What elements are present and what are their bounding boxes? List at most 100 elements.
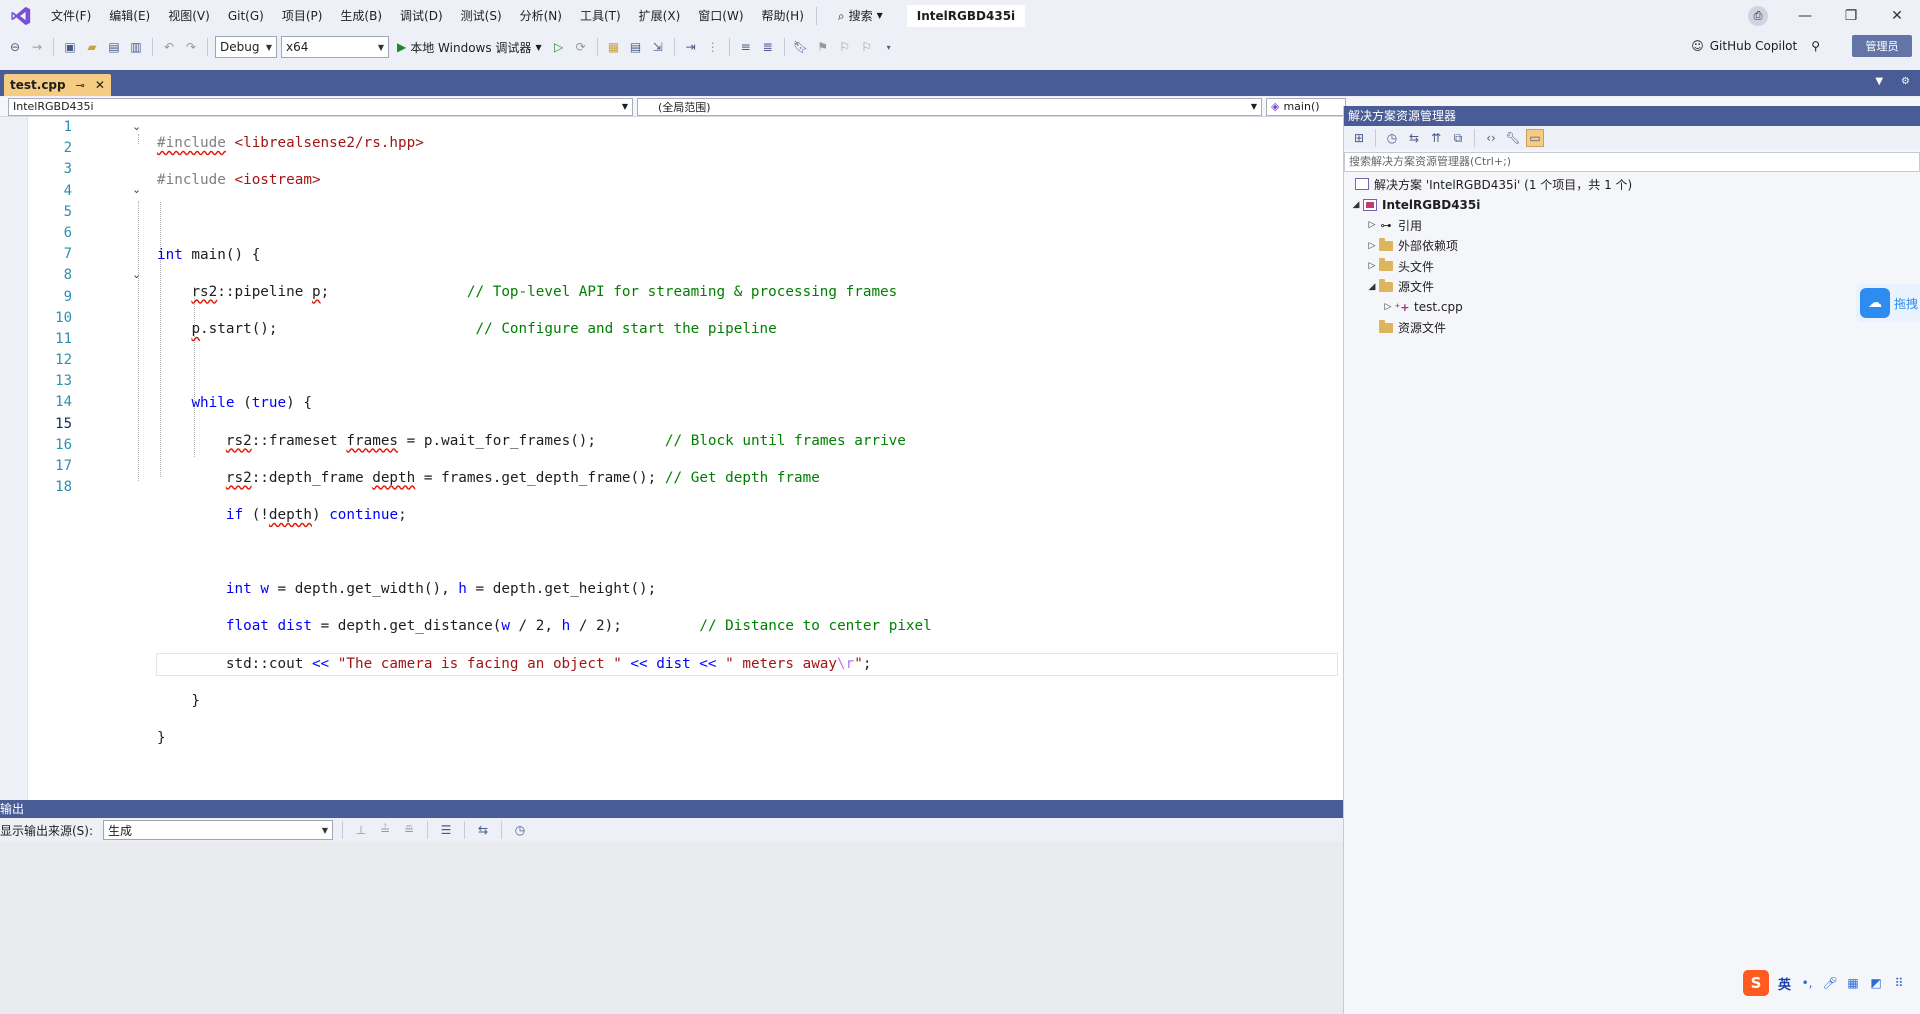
configuration-select[interactable]: Debug ▼ xyxy=(215,36,277,58)
fold-collapse-icon[interactable]: ⌄ xyxy=(132,120,141,133)
code-line: rs2::frameset frames = p.wait_for_frames… xyxy=(225,432,906,449)
collapsed-triangle-icon[interactable]: ▷ xyxy=(1366,220,1378,230)
expanded-triangle-icon[interactable]: ◢ xyxy=(1366,282,1378,292)
preview-selected-icon[interactable]: ▭ xyxy=(1526,129,1544,147)
output-source-select[interactable]: 生成 ▼ xyxy=(103,820,334,840)
skin-icon[interactable]: ◩ xyxy=(1869,976,1883,990)
step-icon[interactable]: ⇥ xyxy=(682,38,700,56)
sync-icon[interactable]: ⇆ xyxy=(1405,129,1423,147)
prev-bookmark-icon[interactable]: ⚑ xyxy=(814,38,832,56)
menu-test[interactable]: 测试(S) xyxy=(452,0,511,32)
member-nav-select[interactable]: ◈ main() xyxy=(1266,97,1346,116)
tab-dropdown-icon[interactable]: ▼ xyxy=(1875,76,1883,87)
expanded-triangle-icon[interactable]: ◢ xyxy=(1350,200,1362,210)
forward-icon[interactable]: → xyxy=(28,38,46,56)
open-folder-icon[interactable]: ▰ xyxy=(83,38,101,56)
collapsed-triangle-icon[interactable]: ▷ xyxy=(1366,261,1378,271)
menu-edit[interactable]: 编辑(E) xyxy=(100,0,159,32)
word-wrap-icon[interactable]: ⇆ xyxy=(474,821,492,839)
solution-search-input[interactable]: 搜索解决方案资源管理器(Ctrl+;) xyxy=(1344,152,1920,172)
back-icon[interactable]: ⊖ xyxy=(6,38,24,56)
floating-drag-widget[interactable]: ☁ 拖拽 xyxy=(1856,284,1920,322)
live-share-icon[interactable]: ⎙ xyxy=(1748,6,1768,26)
redo-icon[interactable]: ↷ xyxy=(182,38,200,56)
new-project-icon[interactable]: ▣ xyxy=(61,38,79,56)
tree-solution[interactable]: 解决方案 'IntelRGBD435i' (1 个项目，共 1 个) xyxy=(1344,174,1920,195)
comment-icon[interactable]: ≡ xyxy=(737,38,755,56)
view-code-icon[interactable]: ‹› xyxy=(1482,129,1500,147)
menu-window[interactable]: 窗口(W) xyxy=(689,0,752,32)
format-icon[interactable]: ⇲ xyxy=(649,38,667,56)
platform-select[interactable]: x64 ▼ xyxy=(281,36,389,58)
menu-analyze[interactable]: 分析(N) xyxy=(511,0,571,32)
tree-item-header-files[interactable]: ▷ 头文件 xyxy=(1344,256,1920,277)
hot-reload-icon[interactable]: ⟳ xyxy=(572,38,590,56)
tree-project[interactable]: ◢ IntelRGBD435i xyxy=(1344,195,1920,216)
collapsed-triangle-icon[interactable]: ▷ xyxy=(1366,241,1378,251)
timestamp-icon[interactable]: ◷ xyxy=(511,821,529,839)
collapsed-triangle-icon[interactable]: ▷ xyxy=(1382,302,1394,312)
bookmark-icon[interactable]: 🔖︎ xyxy=(792,38,810,56)
menu-view[interactable]: 视图(V) xyxy=(159,0,219,32)
menu-tools[interactable]: 工具(T) xyxy=(571,0,630,32)
toolbox-icon[interactable]: ⠿ xyxy=(1892,976,1906,990)
menu-project[interactable]: 项目(P) xyxy=(273,0,332,32)
tree-item-test-cpp[interactable]: ▷ ⁺+ test.cpp xyxy=(1344,297,1920,318)
sogou-logo-icon[interactable]: S xyxy=(1743,970,1769,996)
menu-debug[interactable]: 调试(D) xyxy=(391,0,452,32)
show-all-files-icon[interactable]: ⧉ xyxy=(1449,129,1467,147)
clear-bookmarks-icon[interactable]: ⚐ xyxy=(858,38,876,56)
chevron-down-icon: ▼ xyxy=(876,11,883,20)
pin-icon[interactable]: ⊸ xyxy=(76,79,85,92)
output-text-area[interactable] xyxy=(0,842,1343,1014)
search-menu[interactable]: ⌕ 搜索 ▼ xyxy=(828,0,893,32)
settings-icon[interactable]: ⚙ xyxy=(1901,76,1910,87)
prev-message-icon[interactable]: ≟ xyxy=(376,821,394,839)
fold-collapse-icon[interactable]: ⌄ xyxy=(132,268,141,281)
punctuation-icon[interactable]: •, xyxy=(1800,976,1814,990)
toolbar-options-icon[interactable]: ▾ xyxy=(880,38,898,56)
collapse-all-icon[interactable]: ⇈ xyxy=(1427,129,1445,147)
menu-build[interactable]: 生成(B) xyxy=(331,0,391,32)
code-line-current: std::cout << "The camera is facing an ob… xyxy=(156,652,1338,676)
save-icon[interactable]: ▤ xyxy=(105,38,123,56)
properties-icon[interactable]: 🔧︎ xyxy=(1504,129,1522,147)
find-message-icon[interactable]: ⊥ xyxy=(352,821,370,839)
line-number: 9 xyxy=(63,288,72,305)
tree-item-references[interactable]: ▷ ⊶ 引用 xyxy=(1344,215,1920,236)
tab-test-cpp[interactable]: test.cpp ⊸ ✕ xyxy=(4,74,111,96)
project-nav-select[interactable]: IntelRGBD435i ▼ xyxy=(8,97,633,116)
next-message-icon[interactable]: ≞ xyxy=(400,821,418,839)
layout-icon[interactable]: ▤ xyxy=(627,38,645,56)
clear-all-icon[interactable]: ☰ xyxy=(437,821,455,839)
menu-help[interactable]: 帮助(H) xyxy=(753,0,813,32)
start-without-debugging-icon[interactable]: ▷ xyxy=(550,38,568,56)
save-all-icon[interactable]: ▥ xyxy=(127,38,145,56)
keyboard-icon[interactable]: ▦ xyxy=(1846,976,1860,990)
code-text[interactable]: #include <librealsense2/rs.hpp> #include… xyxy=(156,117,1338,818)
close-button[interactable]: ✕ xyxy=(1874,0,1920,32)
menu-file[interactable]: 文件(F) xyxy=(42,0,100,32)
restore-button[interactable]: ❐ xyxy=(1828,0,1874,32)
ime-language[interactable]: 英 xyxy=(1778,974,1791,993)
next-bookmark-icon[interactable]: ⚐ xyxy=(836,38,854,56)
minimize-button[interactable]: — xyxy=(1782,0,1828,32)
code-editor[interactable]: 1 2 3 4 5 6 7 8 9 10 11 12 13 14 15 16 1… xyxy=(0,117,1343,800)
switch-views-icon[interactable]: ⊞ xyxy=(1350,129,1368,147)
browse-icon[interactable]: ▦ xyxy=(605,38,623,56)
microphone-icon[interactable]: 🎤︎ xyxy=(1822,976,1837,990)
pending-changes-icon[interactable]: ◷ xyxy=(1383,129,1401,147)
menu-git[interactable]: Git(G) xyxy=(219,0,273,32)
breakpoint-icon[interactable]: ⋮ xyxy=(704,38,722,56)
fold-collapse-icon[interactable]: ⌄ xyxy=(132,183,141,196)
tree-item-external-deps[interactable]: ▷ 外部依赖项 xyxy=(1344,236,1920,257)
scope-nav-select[interactable]: (全局范围) ▼ xyxy=(637,97,1262,116)
menu-extensions[interactable]: 扩展(X) xyxy=(630,0,690,32)
tree-item-source-files[interactable]: ◢ 源文件 xyxy=(1344,277,1920,298)
start-debugging-button[interactable]: ▶ 本地 Windows 调试器 ▼ xyxy=(393,39,546,56)
close-tab-icon[interactable]: ✕ xyxy=(95,78,105,92)
tree-item-resource-files[interactable]: 资源文件 xyxy=(1344,318,1920,339)
undo-icon[interactable]: ↶ xyxy=(160,38,178,56)
github-copilot-button[interactable]: ☺ GitHub Copilot ⚲ xyxy=(1691,39,1820,53)
uncomment-icon[interactable]: ≣ xyxy=(759,38,777,56)
